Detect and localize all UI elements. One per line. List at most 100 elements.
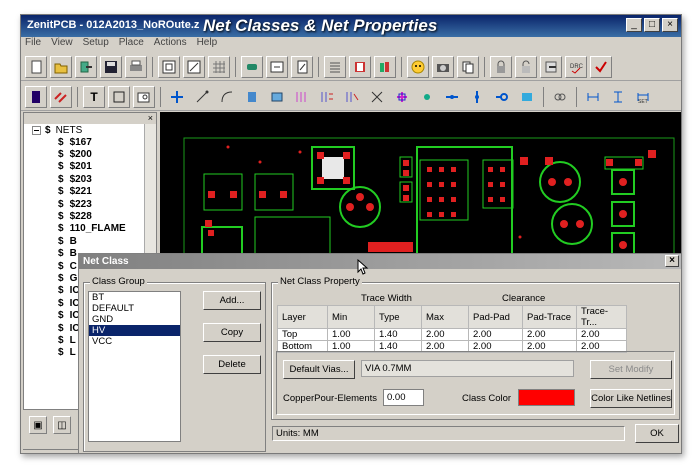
v-align-icon[interactable]	[466, 86, 488, 108]
maximize-button[interactable]: □	[644, 18, 660, 32]
drc-icon[interactable]: DRC	[565, 55, 587, 78]
tree-item[interactable]: $110_FLAME	[24, 223, 156, 235]
class-group-list[interactable]: BT DEFAULT GND HV VCC	[88, 291, 181, 442]
add-class-button[interactable]: Add...	[203, 291, 261, 310]
tree-item-label: $200	[69, 149, 92, 161]
class-color-swatch[interactable]	[518, 389, 575, 406]
tree-item[interactable]: $ $223	[24, 198, 156, 210]
table-cell[interactable]: 2.00	[468, 328, 523, 341]
table-row[interactable]: Top 1.00 1.40 2.00 2.00 2.00 2.00	[277, 328, 627, 341]
copy-class-button[interactable]: Copy	[203, 323, 261, 342]
import-icon[interactable]	[75, 55, 97, 78]
table-cell[interactable]: 2.00	[421, 328, 469, 341]
netline-icon[interactable]	[291, 86, 313, 108]
copper-pour-input[interactable]: 0.00	[383, 389, 424, 406]
menu-setup[interactable]: Setup	[83, 37, 109, 51]
copy-doc-icon[interactable]	[457, 55, 479, 78]
color-like-netlines-button[interactable]: Color Like Netlines	[590, 389, 672, 408]
pad-icon[interactable]	[241, 86, 263, 108]
pcb-layout-drawing	[183, 137, 675, 258]
board-outline-icon[interactable]	[266, 55, 288, 78]
close-button[interactable]: ×	[662, 18, 678, 32]
tree-item[interactable]: $ $221	[24, 186, 156, 198]
cross-probe-icon[interactable]	[391, 86, 413, 108]
component-icon[interactable]	[241, 55, 263, 78]
table-cell[interactable]: 2.00	[576, 328, 627, 341]
node-icon[interactable]	[491, 86, 513, 108]
collapse-icon[interactable]	[32, 125, 41, 135]
move-icon[interactable]	[166, 86, 188, 108]
new-file-icon[interactable]	[25, 55, 47, 78]
class-group-label: Class Group	[90, 276, 147, 287]
nets-tab-icon[interactable]: ◫	[53, 416, 71, 434]
h-align-icon[interactable]	[441, 86, 463, 108]
tree-item-label: $167	[69, 136, 92, 148]
list-item[interactable]: GND	[89, 314, 180, 325]
lock-icon[interactable]	[490, 55, 512, 78]
ok-button[interactable]: OK	[635, 424, 679, 443]
save-icon[interactable]	[100, 55, 122, 78]
highlight-icon[interactable]	[516, 86, 538, 108]
grid-icon[interactable]	[208, 55, 230, 78]
set-modify-button[interactable]: Set Modify	[590, 360, 672, 379]
junction-icon[interactable]	[416, 86, 438, 108]
arc-tool-icon[interactable]	[216, 86, 238, 108]
document-icon[interactable]	[291, 55, 313, 78]
trace-mode-icon[interactable]	[50, 85, 72, 108]
line-tool-icon[interactable]	[191, 86, 213, 108]
menu-place[interactable]: Place	[119, 37, 144, 51]
via-icon[interactable]	[266, 86, 288, 108]
table-cell[interactable]: 2.00	[522, 328, 577, 341]
split-icon[interactable]	[341, 86, 363, 108]
list-item[interactable]: VCC	[89, 336, 180, 347]
tree-item[interactable]: $ $200	[24, 148, 156, 160]
menu-view[interactable]: View	[51, 37, 73, 51]
table-cell[interactable]: Top	[277, 328, 328, 341]
set-origin-icon[interactable]: SET	[632, 86, 654, 108]
image-tool-icon[interactable]	[133, 85, 155, 108]
tree-item[interactable]: $ B	[24, 235, 156, 247]
tree-root[interactable]: $ NETS	[24, 124, 156, 136]
text-tool-icon[interactable]: T	[83, 85, 105, 108]
zoom-fit-icon[interactable]	[183, 55, 205, 78]
pcb-canvas[interactable]	[160, 112, 681, 258]
measure-v-icon[interactable]	[607, 86, 629, 108]
dialog-close-button[interactable]: ×	[665, 255, 679, 267]
tree-item[interactable]: $ $228	[24, 210, 156, 222]
delete-class-button[interactable]: Delete	[203, 355, 261, 374]
list-item-selected[interactable]: HV	[89, 325, 180, 336]
default-vias-button[interactable]: Default Vias...	[283, 360, 355, 379]
smiley-icon[interactable]	[407, 55, 429, 78]
panel-close-button[interactable]: ×	[24, 113, 156, 124]
camera-icon[interactable]	[432, 55, 454, 78]
table-cell[interactable]: 1.40	[374, 328, 422, 341]
group-icon[interactable]	[549, 86, 571, 108]
unlock-icon[interactable]	[515, 55, 537, 78]
tree-item[interactable]: $ $201	[24, 161, 156, 173]
menu-bar: File View Setup Place Actions Help	[21, 37, 681, 51]
library-icon[interactable]	[374, 55, 396, 78]
menu-help[interactable]: Help	[197, 37, 218, 51]
list-item[interactable]: BT	[89, 292, 180, 303]
print-icon[interactable]	[125, 55, 147, 78]
delete-trace-icon[interactable]	[366, 86, 388, 108]
components-tab-icon[interactable]: ▣	[29, 416, 47, 434]
rectangle-tool-icon[interactable]	[108, 85, 130, 108]
minimize-button[interactable]: _	[626, 18, 642, 32]
route-icon[interactable]	[316, 86, 338, 108]
menu-actions[interactable]: Actions	[154, 37, 187, 51]
list-item[interactable]: DEFAULT	[89, 303, 180, 314]
open-folder-icon[interactable]	[50, 55, 72, 78]
layer-color-icon[interactable]	[25, 85, 47, 108]
zoom-window-icon[interactable]	[158, 55, 180, 78]
menu-file[interactable]: File	[25, 37, 41, 51]
measure-h-icon[interactable]	[582, 86, 604, 108]
tree-item[interactable]: $ $203	[24, 173, 156, 185]
tree-item[interactable]: $ $167	[24, 136, 156, 148]
check-icon[interactable]	[590, 55, 612, 78]
net-class-table[interactable]: Layer Min Type Max Pad-Pad Pad-Trace Tra…	[277, 305, 627, 353]
layer-list-icon[interactable]	[324, 55, 346, 78]
table-cell[interactable]: 1.00	[327, 328, 375, 341]
export-icon[interactable]	[540, 55, 562, 78]
book-icon[interactable]	[349, 55, 371, 78]
